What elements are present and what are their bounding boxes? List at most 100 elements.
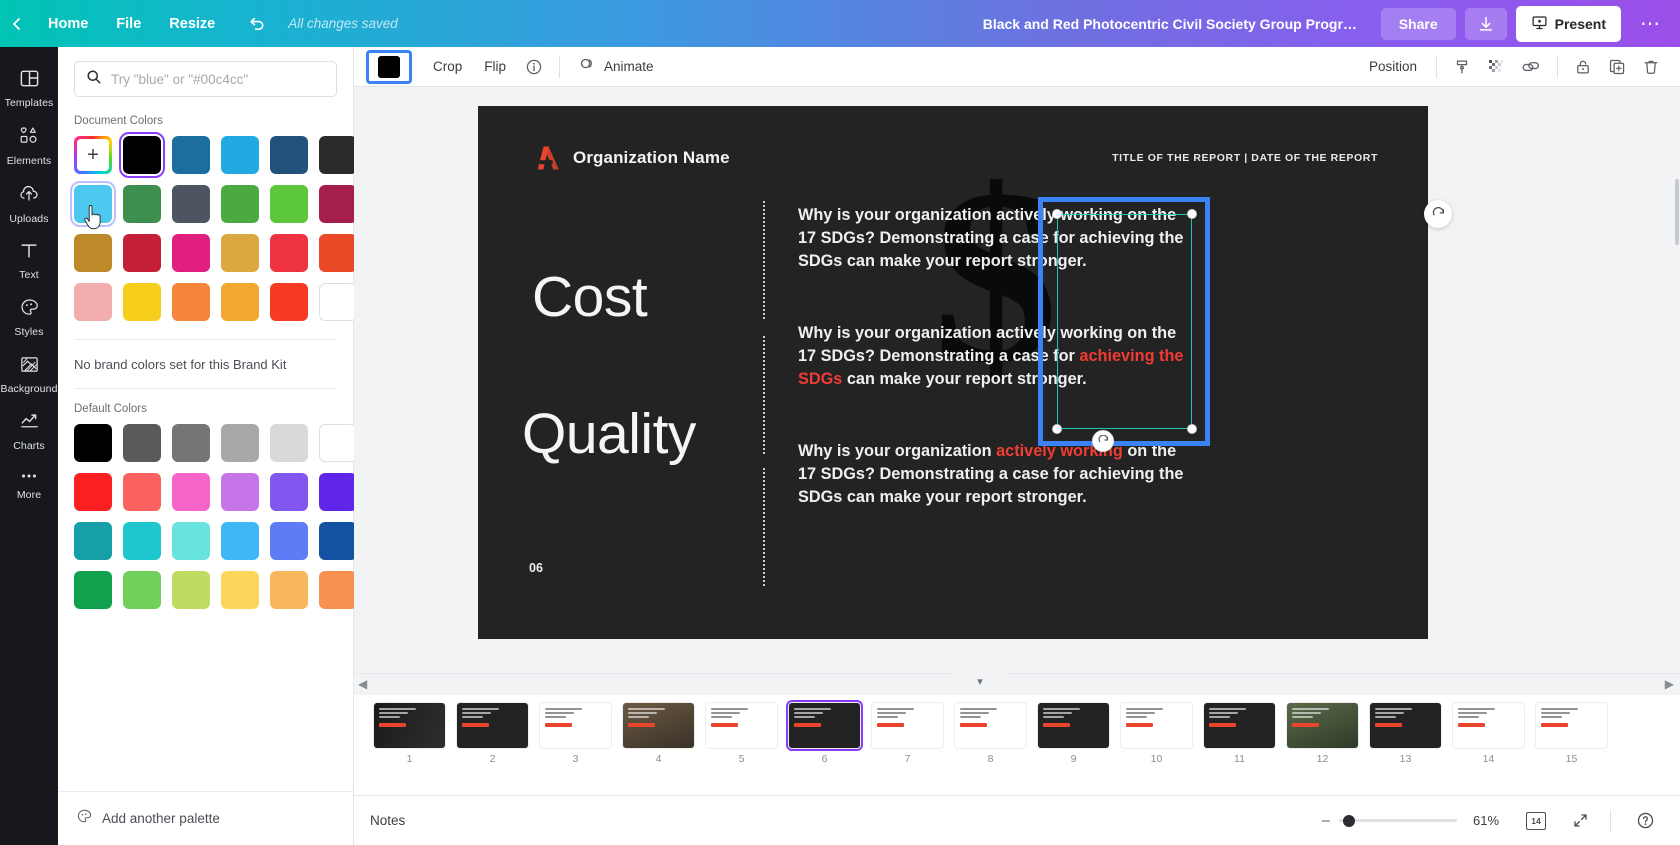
color-swatch[interactable]: [270, 136, 308, 174]
document-title[interactable]: Black and Red Photocentric Civil Society…: [983, 16, 1363, 32]
thumbnail-item[interactable]: 15: [1530, 703, 1613, 765]
color-swatch[interactable]: [221, 571, 259, 609]
undo-icon[interactable]: [237, 8, 276, 39]
thumbnail-item[interactable]: 1: [368, 703, 451, 765]
zoom-out-button[interactable]: –: [1322, 813, 1330, 828]
slide-word-quality[interactable]: Quality: [522, 401, 696, 467]
back-icon[interactable]: [0, 16, 34, 32]
color-swatch[interactable]: [319, 522, 357, 560]
color-swatch[interactable]: [74, 283, 112, 321]
color-swatch[interactable]: [74, 473, 112, 511]
present-button[interactable]: Present: [1515, 5, 1621, 42]
zoom-slider-thumb[interactable]: [1343, 814, 1355, 827]
thumbnail-item[interactable]: 6: [783, 700, 866, 765]
color-swatch[interactable]: [172, 185, 210, 223]
color-swatch[interactable]: [74, 234, 112, 272]
canvas-area[interactable]: Organization Name TITLE OF THE REPORT | …: [354, 87, 1680, 673]
search-input[interactable]: [111, 71, 325, 87]
thumbnail-preview[interactable]: [374, 703, 445, 748]
color-swatch[interactable]: [221, 234, 259, 272]
thumbnail-preview[interactable]: [872, 703, 943, 748]
thumbnail-preview[interactable]: [457, 703, 528, 748]
resize-handle-tr[interactable]: [1187, 209, 1197, 219]
slide-header-right[interactable]: TITLE OF THE REPORT | DATE OF THE REPORT: [1112, 152, 1378, 164]
color-swatch[interactable]: [172, 424, 210, 462]
resize-handle-bl[interactable]: [1052, 424, 1062, 434]
add-palette-button[interactable]: Add another palette: [58, 791, 354, 845]
color-swatch[interactable]: [172, 283, 210, 321]
color-swatch[interactable]: [123, 283, 161, 321]
crop-button[interactable]: Crop: [422, 52, 473, 81]
trash-icon[interactable]: [1634, 52, 1668, 82]
resize-handle-tl[interactable]: [1052, 209, 1062, 219]
color-swatch[interactable]: [221, 424, 259, 462]
color-swatch[interactable]: [172, 571, 210, 609]
color-swatch[interactable]: [221, 473, 259, 511]
thumbnail-preview[interactable]: [706, 703, 777, 748]
element-color-button[interactable]: [366, 49, 412, 84]
color-swatch[interactable]: [270, 522, 308, 560]
sidebar-item-background[interactable]: Background: [0, 345, 58, 402]
color-swatch[interactable]: [270, 424, 308, 462]
refresh-icon[interactable]: [1424, 200, 1452, 228]
notes-button[interactable]: Notes: [370, 813, 405, 828]
thumbnail-item[interactable]: 10: [1115, 703, 1198, 765]
zoom-control[interactable]: –: [1322, 813, 1457, 828]
thumbnail-item[interactable]: 13: [1364, 703, 1447, 765]
duplicate-icon[interactable]: [1600, 52, 1634, 82]
color-swatch[interactable]: [319, 473, 357, 511]
color-swatch[interactable]: [319, 424, 357, 462]
animate-button[interactable]: Animate: [568, 49, 664, 85]
color-swatch[interactable]: [270, 185, 308, 223]
thumbnail-strip[interactable]: 1 2 3 4 5 6 7 8 9 10 11 12 13 14 15: [354, 695, 1680, 795]
search-box[interactable]: [74, 61, 337, 97]
thumbnail-preview[interactable]: [786, 700, 863, 751]
thumbnail-item[interactable]: 14: [1447, 703, 1530, 765]
slide-word-cost[interactable]: Cost: [532, 264, 648, 330]
color-swatch[interactable]: [319, 571, 357, 609]
color-swatch[interactable]: [319, 283, 357, 321]
color-swatch[interactable]: [270, 473, 308, 511]
flip-button[interactable]: Flip: [473, 52, 517, 81]
fullscreen-icon[interactable]: [1563, 807, 1598, 834]
color-swatch[interactable]: [74, 571, 112, 609]
grid-view-icon[interactable]: 14: [1517, 807, 1555, 835]
thumbnail-preview[interactable]: [1204, 703, 1275, 748]
thumbnail-item[interactable]: 7: [866, 703, 949, 765]
thumbnail-item[interactable]: 5: [700, 703, 783, 765]
color-swatch[interactable]: [123, 234, 161, 272]
sidebar-item-more[interactable]: More: [0, 459, 58, 508]
resize-button[interactable]: Resize: [157, 10, 227, 38]
thumbnail-item[interactable]: 9: [1032, 703, 1115, 765]
color-swatch[interactable]: [221, 283, 259, 321]
color-swatch[interactable]: [172, 136, 210, 174]
thumbnail-preview[interactable]: [1536, 703, 1607, 748]
thumbnail-item[interactable]: 2: [451, 703, 534, 765]
slide-page-number[interactable]: 06: [529, 561, 543, 575]
sidebar-item-text[interactable]: Text: [0, 232, 58, 288]
link-icon[interactable]: [1513, 51, 1549, 83]
color-swatch[interactable]: [123, 522, 161, 560]
transparency-icon[interactable]: [1479, 52, 1513, 82]
help-icon[interactable]: [1627, 806, 1664, 835]
thumbnail-preview[interactable]: [623, 703, 694, 748]
home-button[interactable]: Home: [36, 10, 100, 38]
zoom-slider[interactable]: [1339, 814, 1457, 827]
color-swatch[interactable]: [319, 234, 357, 272]
slide-paragraph-3[interactable]: Why is your organization actively workin…: [798, 440, 1190, 509]
color-swatch[interactable]: [221, 136, 259, 174]
thumbnail-item[interactable]: 4: [617, 703, 700, 765]
thumbnail-preview[interactable]: [1038, 703, 1109, 748]
thumbnail-preview[interactable]: [1453, 703, 1524, 748]
sidebar-item-styles[interactable]: Styles: [0, 288, 58, 345]
strip-scroll-left-icon[interactable]: ◀: [358, 677, 367, 691]
rotate-icon[interactable]: [1092, 430, 1114, 452]
thumbnail-item[interactable]: 12: [1281, 703, 1364, 765]
ellipsis-icon[interactable]: ⋯: [1630, 8, 1670, 40]
sidebar-item-elements[interactable]: Elements: [0, 116, 58, 174]
share-button[interactable]: Share: [1380, 7, 1456, 40]
color-swatch[interactable]: [123, 571, 161, 609]
canvas-scrollbar[interactable]: [1675, 179, 1679, 245]
download-icon[interactable]: [1464, 7, 1507, 40]
color-swatch[interactable]: [270, 283, 308, 321]
